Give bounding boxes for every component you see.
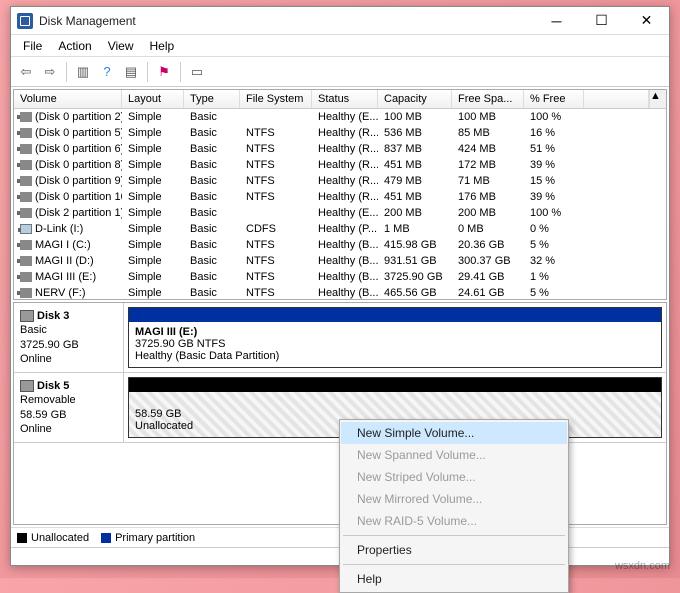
legend-unalloc-swatch — [17, 533, 27, 543]
menu-help[interactable]: Help — [142, 37, 183, 55]
list-view-button[interactable]: ▭ — [186, 61, 208, 83]
toolbar: ⇦ ⇨ ▥ ? ▤ ⚑ ▭ — [11, 57, 669, 87]
table-row[interactable]: (Disk 0 partition 8)SimpleBasicNTFSHealt… — [14, 157, 666, 173]
hdd-icon — [20, 310, 34, 322]
primary-stripe — [129, 308, 661, 322]
disk5-info[interactable]: Disk 5 Removable 58.59 GB Online — [14, 373, 124, 442]
ctx-new-spanned-volume: New Spanned Volume... — [341, 444, 567, 466]
ctx-new-mirrored-volume: New Mirrored Volume... — [341, 488, 567, 510]
removable-icon — [20, 380, 34, 392]
volume-list: Volume Layout Type File System Status Ca… — [13, 89, 667, 300]
col-status[interactable]: Status — [312, 90, 378, 108]
volume-icon — [20, 272, 32, 282]
disk3-partition[interactable]: MAGI III (E:) 3725.90 GB NTFS Healthy (B… — [128, 307, 662, 368]
help-button[interactable]: ? — [96, 61, 118, 83]
minimize-button[interactable]: ─ — [534, 7, 579, 35]
table-row[interactable]: (Disk 0 partition 2)SimpleBasicHealthy (… — [14, 109, 666, 125]
volume-icon — [20, 160, 32, 170]
maximize-button[interactable]: ☐ — [579, 7, 624, 35]
volume-icon — [20, 208, 32, 218]
disk3-info[interactable]: Disk 3 Basic 3725.90 GB Online — [14, 303, 124, 372]
volume-icon — [20, 288, 32, 298]
col-pctfree[interactable]: % Free — [524, 90, 584, 108]
unalloc-stripe — [129, 378, 661, 392]
refresh-button[interactable]: ⚑ — [153, 61, 175, 83]
menu-file[interactable]: File — [15, 37, 50, 55]
table-row[interactable]: (Disk 2 partition 1)SimpleBasicHealthy (… — [14, 205, 666, 221]
table-row[interactable]: MAGI III (E:)SimpleBasicNTFSHealthy (B..… — [14, 269, 666, 285]
ctx-new-raid5-volume: New RAID-5 Volume... — [341, 510, 567, 532]
app-icon — [17, 13, 33, 29]
table-row[interactable]: (Disk 0 partition 5)SimpleBasicNTFSHealt… — [14, 125, 666, 141]
volume-icon — [20, 176, 32, 186]
disk-row-disk3: Disk 3 Basic 3725.90 GB Online MAGI III … — [14, 303, 666, 373]
back-button[interactable]: ⇦ — [15, 61, 37, 83]
volume-icon — [20, 112, 32, 122]
volume-icon — [20, 144, 32, 154]
show-hide-tree-button[interactable]: ▥ — [72, 61, 94, 83]
table-row[interactable]: (Disk 0 partition 9)SimpleBasicNTFSHealt… — [14, 173, 666, 189]
ctx-new-striped-volume: New Striped Volume... — [341, 466, 567, 488]
column-headers: Volume Layout Type File System Status Ca… — [14, 90, 666, 109]
ctx-help[interactable]: Help — [341, 568, 567, 590]
col-freespace[interactable]: Free Spa... — [452, 90, 524, 108]
table-row[interactable]: MAGI II (D:)SimpleBasicNTFSHealthy (B...… — [14, 253, 666, 269]
titlebar[interactable]: Disk Management ─ ☐ ✕ — [11, 7, 669, 35]
ctx-properties[interactable]: Properties — [341, 539, 567, 561]
menu-action[interactable]: Action — [50, 37, 99, 55]
volume-icon — [20, 240, 32, 250]
menu-view[interactable]: View — [100, 37, 142, 55]
window-title: Disk Management — [39, 14, 534, 28]
context-menu: New Simple Volume... New Spanned Volume.… — [339, 419, 569, 593]
volume-icon — [20, 256, 32, 266]
menubar: File Action View Help — [11, 35, 669, 57]
volume-icon — [20, 224, 32, 234]
close-button[interactable]: ✕ — [624, 7, 669, 35]
col-volume[interactable]: Volume — [14, 90, 122, 108]
col-layout[interactable]: Layout — [122, 90, 184, 108]
volume-icon — [20, 192, 32, 202]
table-row[interactable]: D-Link (I:)SimpleBasicCDFSHealthy (P...1… — [14, 221, 666, 237]
settings-button[interactable]: ▤ — [120, 61, 142, 83]
legend-primary-swatch — [101, 533, 111, 543]
table-row[interactable]: (Disk 0 partition 6)SimpleBasicNTFSHealt… — [14, 141, 666, 157]
ctx-new-simple-volume[interactable]: New Simple Volume... — [341, 422, 567, 444]
table-row[interactable]: (Disk 0 partition 10)SimpleBasicNTFSHeal… — [14, 189, 666, 205]
volume-icon — [20, 128, 32, 138]
table-row[interactable]: MAGI I (C:)SimpleBasicNTFSHealthy (B...4… — [14, 237, 666, 253]
table-row[interactable]: NERV (F:)SimpleBasicNTFSHealthy (B...465… — [14, 285, 666, 299]
col-filesystem[interactable]: File System — [240, 90, 312, 108]
volume-rows[interactable]: (Disk 0 partition 2)SimpleBasicHealthy (… — [14, 109, 666, 299]
col-capacity[interactable]: Capacity — [378, 90, 452, 108]
watermark: wsxdn.com — [615, 560, 670, 572]
forward-button[interactable]: ⇨ — [39, 61, 61, 83]
col-type[interactable]: Type — [184, 90, 240, 108]
